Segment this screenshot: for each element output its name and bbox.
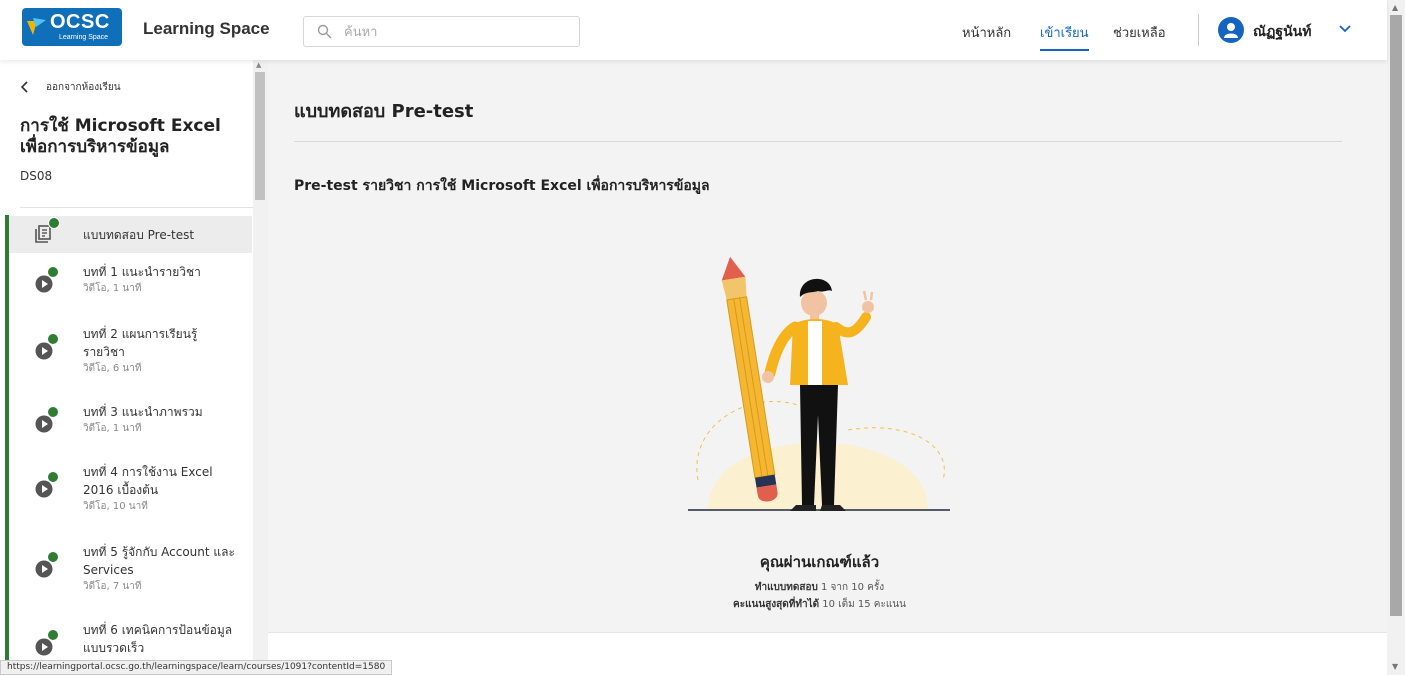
search-box[interactable]	[303, 16, 580, 47]
sidebar-scroll-thumb[interactable]	[255, 72, 265, 200]
check-icon	[47, 333, 59, 345]
check-icon	[47, 471, 59, 483]
search-icon	[317, 24, 332, 39]
window-scrollbar[interactable]: ▲ ▼	[1387, 0, 1405, 675]
score-label: คะแนนสูงสุดที่ทำได้	[733, 599, 820, 610]
check-icon	[47, 551, 59, 563]
score-info: คะแนนสูงสุดที่ทำได้ 10 เต็ม 15 คะแนน	[268, 597, 1371, 612]
sidebar-scrollbar[interactable]: ▲	[253, 60, 268, 675]
sidebar-item-label: บทที่ 4 การใช้งาน Excel 2016 เบื้องต้น ว…	[83, 463, 233, 515]
content-scroll-gutter	[1371, 60, 1387, 632]
lesson-duration: วิดีโอ, 7 นาที	[83, 581, 142, 592]
user-name[interactable]: ณัฏฐนันท์	[1253, 21, 1311, 43]
sidebar-item-label: บทที่ 3 แนะนำภาพรวม วิดีโอ, 1 นาที	[83, 403, 243, 437]
sidebar-item-pretest[interactable]: แบบทดสอบ Pre-test	[9, 216, 252, 253]
course-code: DS08	[20, 169, 53, 183]
sidebar-item-label: บทที่ 1 แนะนำรายวิชา วิดีโอ, 1 นาที	[83, 263, 243, 297]
attempts-label: ทำแบบทดสอบ	[754, 582, 818, 593]
ocsc-logo[interactable]: OCSC Learning Space	[22, 8, 122, 46]
logo-text: OCSC	[50, 11, 110, 33]
logo-subtext: Learning Space	[59, 34, 109, 41]
attempts-info: ทำแบบทดสอบ 1 จาก 10 ครั้ง	[268, 580, 1371, 595]
search-input[interactable]	[344, 22, 569, 42]
status-bar-url: https://learningportal.ocsc.go.th/learni…	[0, 660, 393, 675]
scroll-down-icon[interactable]: ▼	[1392, 662, 1398, 671]
lesson-duration: วิดีโอ, 1 นาที	[83, 283, 142, 294]
check-icon	[47, 266, 59, 278]
scroll-up-icon[interactable]: ▲	[1392, 3, 1398, 12]
sidebar-item-label: บทที่ 2 แผนการเรียนรู้รายวิชา วิดีโอ, 6 …	[83, 325, 233, 377]
app-name[interactable]: Learning Space	[143, 19, 270, 39]
lesson-duration: วิดีโอ, 10 นาที	[83, 501, 148, 512]
sidebar-item-lesson-4[interactable]: บทที่ 4 การใช้งาน Excel 2016 เบื้องต้น ว…	[9, 460, 252, 520]
sidebar-item-lesson-5[interactable]: บทที่ 5 รู้จักกับ Account และ Services ว…	[9, 540, 252, 600]
avatar[interactable]	[1218, 17, 1244, 43]
pass-message: คุณผ่านเกณฑ์แล้ว	[759, 553, 880, 571]
nav-learn[interactable]: เข้าเรียน	[1040, 22, 1089, 51]
chevron-left-icon	[20, 81, 28, 93]
sidebar-divider	[20, 207, 265, 208]
back-label: ออกจากห้องเรียน	[46, 82, 121, 93]
sidebar-item-lesson-2[interactable]: บทที่ 2 แผนการเรียนรู้รายวิชา วิดีโอ, 6 …	[9, 322, 252, 382]
person-with-pencil-illustration	[688, 256, 950, 511]
score-value: 10 เต็ม 15 คะแนน	[822, 599, 906, 610]
sidebar-item-lesson-3[interactable]: บทที่ 3 แนะนำภาพรวม วิดีโอ, 1 นาที	[9, 400, 252, 445]
nav-divider	[1198, 14, 1199, 46]
sidebar-item-label: แบบทดสอบ Pre-test	[83, 228, 195, 242]
check-icon	[47, 629, 59, 641]
sidebar-item-lesson-1[interactable]: บทที่ 1 แนะนำรายวิชา วิดีโอ, 1 นาที	[9, 260, 252, 305]
lesson-duration: วิดีโอ, 6 นาที	[83, 363, 142, 374]
footer-area	[268, 632, 1387, 675]
sidebar-item-label: บทที่ 5 รู้จักกับ Account และ Services ว…	[83, 543, 238, 595]
course-sidebar: ออกจากห้องเรียน การใช้ Microsoft Excel เ…	[0, 60, 268, 675]
nav-home[interactable]: หน้าหลัก	[962, 22, 1011, 43]
user-icon	[1224, 23, 1238, 38]
attempts-value: 1 จาก 10 ครั้ง	[820, 582, 885, 593]
top-header: OCSC Learning Space Learning Space หน้าห…	[0, 0, 1387, 60]
content-divider	[294, 141, 1342, 142]
logo-mark-icon	[27, 18, 46, 35]
nav-help[interactable]: ช่วยเหลือ	[1113, 22, 1166, 43]
check-icon	[47, 406, 59, 418]
page-title: แบบทดสอบ Pre-test	[294, 101, 474, 122]
content-area: แบบทดสอบ Pre-test Pre-test รายวิชา การใช…	[268, 60, 1371, 632]
lesson-duration: วิดีโอ, 1 นาที	[83, 423, 142, 434]
check-icon	[48, 217, 60, 229]
sidebar-item-label: บทที่ 6 เทคนิคการป้อนข้อมูลแบบรวดเร็ว	[83, 623, 233, 655]
chevron-down-icon[interactable]	[1339, 25, 1351, 33]
scroll-up-icon[interactable]: ▲	[256, 61, 261, 69]
test-title: Pre-test รายวิชา การใช้ Microsoft Excel …	[294, 178, 710, 194]
course-title: การใช้ Microsoft Excel เพื่อการบริหารข้อ…	[20, 116, 221, 157]
window-scroll-thumb[interactable]	[1390, 15, 1402, 616]
